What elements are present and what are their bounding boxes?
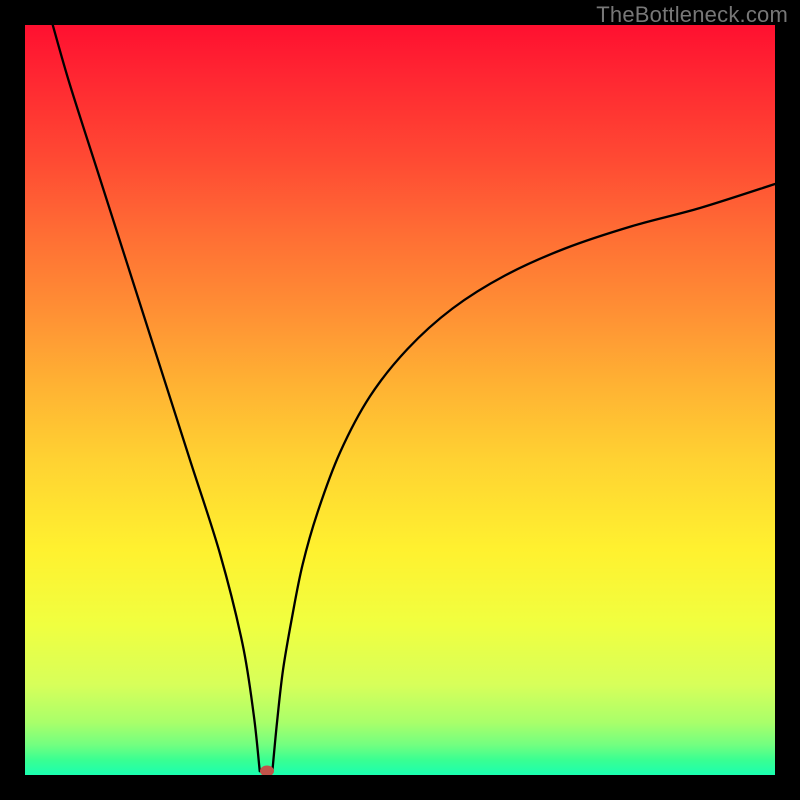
minimum-marker-icon <box>260 765 274 775</box>
watermark-text: TheBottleneck.com <box>596 2 788 28</box>
curve-layer <box>25 25 775 775</box>
curve-right-branch <box>273 184 776 770</box>
curve-left-branch <box>53 25 260 771</box>
plot-area <box>25 25 775 775</box>
chart-frame: TheBottleneck.com <box>0 0 800 800</box>
